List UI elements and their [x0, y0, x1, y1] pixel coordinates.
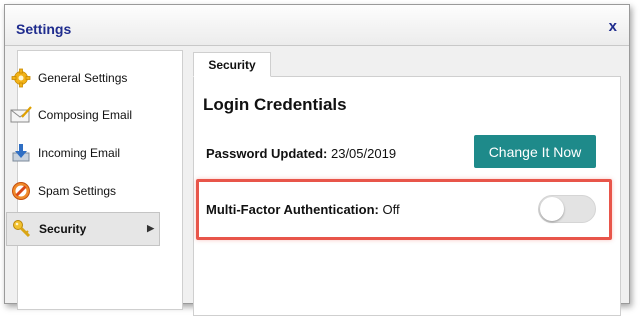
no-entry-icon [10, 180, 32, 202]
gear-icon [10, 67, 32, 89]
sidebar-item-label: Composing Email [38, 108, 133, 122]
sidebar-item-security[interactable]: Security ▶ [6, 212, 160, 246]
sidebar-item-label: Spam Settings [38, 184, 117, 198]
change-password-button[interactable]: Change It Now [474, 135, 596, 168]
password-updated-row: Password Updated: 23/05/2019 [206, 146, 396, 161]
window-title: Settings [16, 21, 72, 37]
sidebar-item-label: General Settings [38, 71, 128, 85]
chevron-right-icon: ▶ [147, 223, 154, 233]
tab-security[interactable]: Security [193, 52, 271, 77]
password-updated-label: Password Updated: [206, 146, 328, 161]
mfa-label: Multi-Factor Authentication: [206, 202, 379, 217]
envelope-pen-icon [10, 104, 32, 126]
sidebar-item-incoming-email[interactable]: Incoming Email [6, 137, 160, 169]
sidebar-item-composing-email[interactable]: Composing Email [6, 99, 160, 131]
sidebar-item-label: Security [39, 222, 87, 236]
sidebar-item-general-settings[interactable]: General Settings [6, 62, 160, 94]
close-button[interactable]: x [609, 19, 617, 35]
mfa-row: Multi-Factor Authentication: Off [206, 202, 400, 217]
mfa-toggle[interactable] [538, 195, 596, 223]
sidebar-item-label: Incoming Email [38, 146, 121, 160]
sidebar-item-spam-settings[interactable]: Spam Settings [6, 175, 160, 207]
title-bar: Settings x [5, 5, 629, 46]
section-heading: Login Credentials [203, 95, 347, 114]
password-updated-value: 23/05/2019 [330, 146, 397, 161]
key-icon [11, 218, 33, 240]
toggle-knob [540, 197, 564, 221]
download-arrow-icon [10, 142, 32, 164]
mfa-status-value: Off [382, 202, 400, 217]
